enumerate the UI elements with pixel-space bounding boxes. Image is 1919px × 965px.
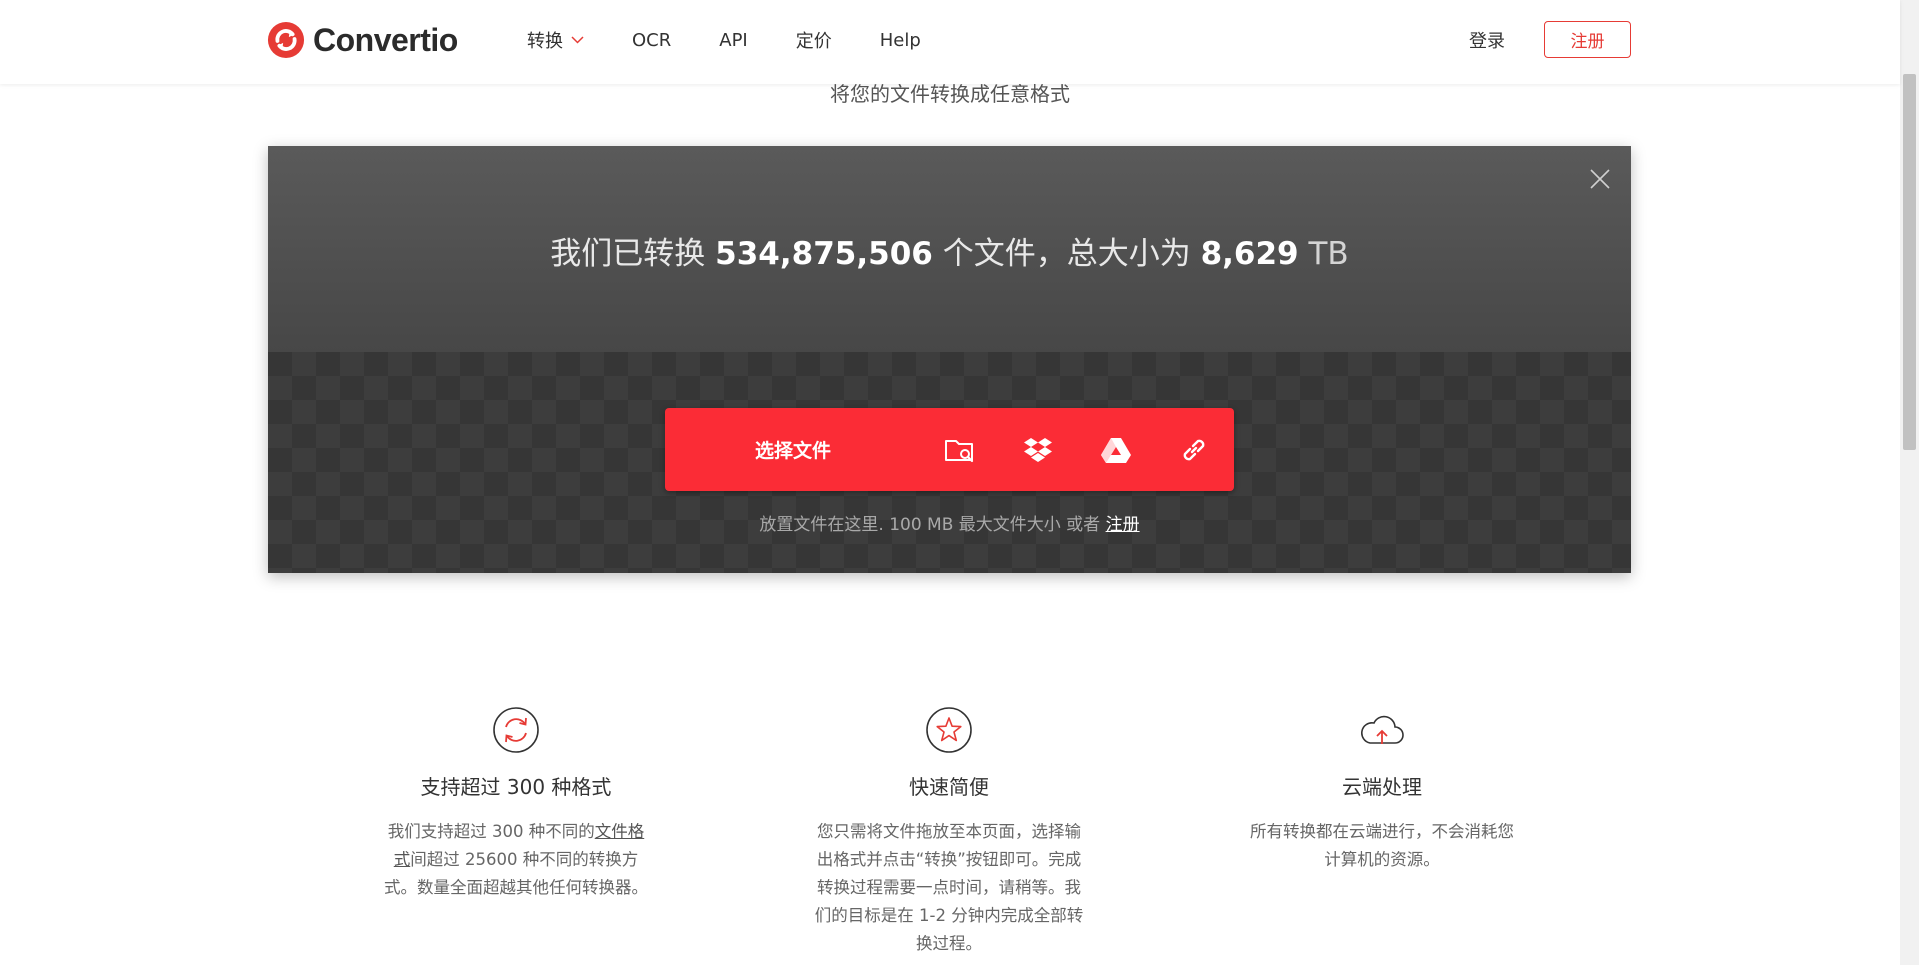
feature-desc-after: 间超过 25600 种不同的转换方式。数量全面超越其他任何转换器。 [384, 850, 648, 897]
nav-convert-label: 转换 [527, 31, 563, 52]
upload-button-group: 选择文件 [665, 408, 1234, 491]
google-drive-icon [1101, 437, 1131, 463]
refresh-icon [493, 707, 539, 753]
site-header: Convertio 转换 OCR API 定价 Help 登录 注册 [0, 0, 1900, 84]
feature-title: 支持超过 300 种格式 [420, 775, 612, 799]
converter-panel: 我们已转换 534,875,506 个文件，总大小为 8,629 TB 选择文件 [268, 146, 1631, 573]
feature-cloud: 云端处理 所有转换都在云端进行，不会消耗您计算机的资源。 [1222, 705, 1542, 874]
conversion-stats: 我们已转换 534,875,506 个文件，总大小为 8,629 TB [268, 228, 1631, 273]
drop-hint-text: 放置文件在这里. 100 MB 最大文件大小 或者 [759, 515, 1106, 535]
nav-api[interactable]: API [719, 30, 747, 51]
folder-search-icon [945, 439, 974, 462]
main-nav: 转换 OCR API 定价 Help [527, 26, 969, 54]
nav-ocr[interactable]: OCR [632, 30, 671, 51]
feature-fast-easy: 快速简便 您只需将文件拖放至本页面，选择输出格式并点击“转换”按钮即可。完成转换… [789, 705, 1109, 958]
logo-text: Convertio [313, 21, 458, 58]
upload-from-computer-button[interactable] [921, 408, 999, 491]
convertio-logo-icon [267, 21, 305, 59]
page-scrollbar[interactable] [1900, 0, 1919, 965]
choose-files-button[interactable]: 选择文件 [665, 436, 921, 463]
register-button[interactable]: 注册 [1544, 21, 1631, 58]
size-unit: TB [1298, 236, 1349, 272]
stats-banner: 我们已转换 534,875,506 个文件，总大小为 8,629 TB [268, 146, 1631, 352]
feature-formats: 支持超过 300 种格式 我们支持超过 300 种不同的文件格式间超过 2560… [356, 705, 676, 902]
url-link-icon [1183, 439, 1205, 460]
logo[interactable]: Convertio [267, 18, 458, 62]
feature-description: 所有转换都在云端进行，不会消耗您计算机的资源。 [1250, 822, 1514, 869]
chevron-down-icon [571, 36, 584, 44]
star-icon [926, 707, 972, 753]
login-link[interactable]: 登录 [1469, 27, 1505, 53]
stats-prefix: 我们已转换 [550, 236, 716, 272]
total-size: 8,629 [1200, 236, 1299, 272]
feature-description: 您只需将文件拖放至本页面，选择输出格式并点击“转换”按钮即可。完成转换过程需要一… [814, 822, 1084, 953]
scrollbar-thumb[interactable] [1903, 74, 1916, 450]
dropbox-icon [1024, 437, 1052, 462]
feature-title: 云端处理 [1342, 775, 1422, 799]
feature-description: 我们支持超过 300 种不同的文件格式间超过 25600 种不同的转换方式。数量… [356, 818, 676, 902]
feature-title: 快速简便 [909, 775, 989, 799]
upload-from-url-button[interactable] [1155, 408, 1233, 491]
drop-hint-register-link[interactable]: 注册 [1106, 515, 1140, 535]
drop-hint: 放置文件在这里. 100 MB 最大文件大小 或者 注册 [268, 510, 1631, 535]
nav-help[interactable]: Help [880, 30, 921, 51]
upload-from-dropbox-button[interactable] [999, 408, 1077, 491]
stats-middle: 个文件，总大小为 [932, 236, 1201, 272]
nav-pricing[interactable]: 定价 [796, 27, 832, 53]
cloud-upload-icon [1361, 715, 1404, 744]
feature-desc-before: 我们支持超过 300 种不同的 [387, 822, 595, 841]
nav-convert[interactable]: 转换 [527, 27, 584, 53]
close-icon[interactable] [1589, 168, 1611, 190]
drop-zone[interactable]: 选择文件 放置文件在这里. 100 MB 最大文件大小 或者 注册 [268, 352, 1631, 573]
files-count: 534,875,506 [715, 236, 933, 272]
upload-from-google-drive-button[interactable] [1077, 408, 1155, 491]
